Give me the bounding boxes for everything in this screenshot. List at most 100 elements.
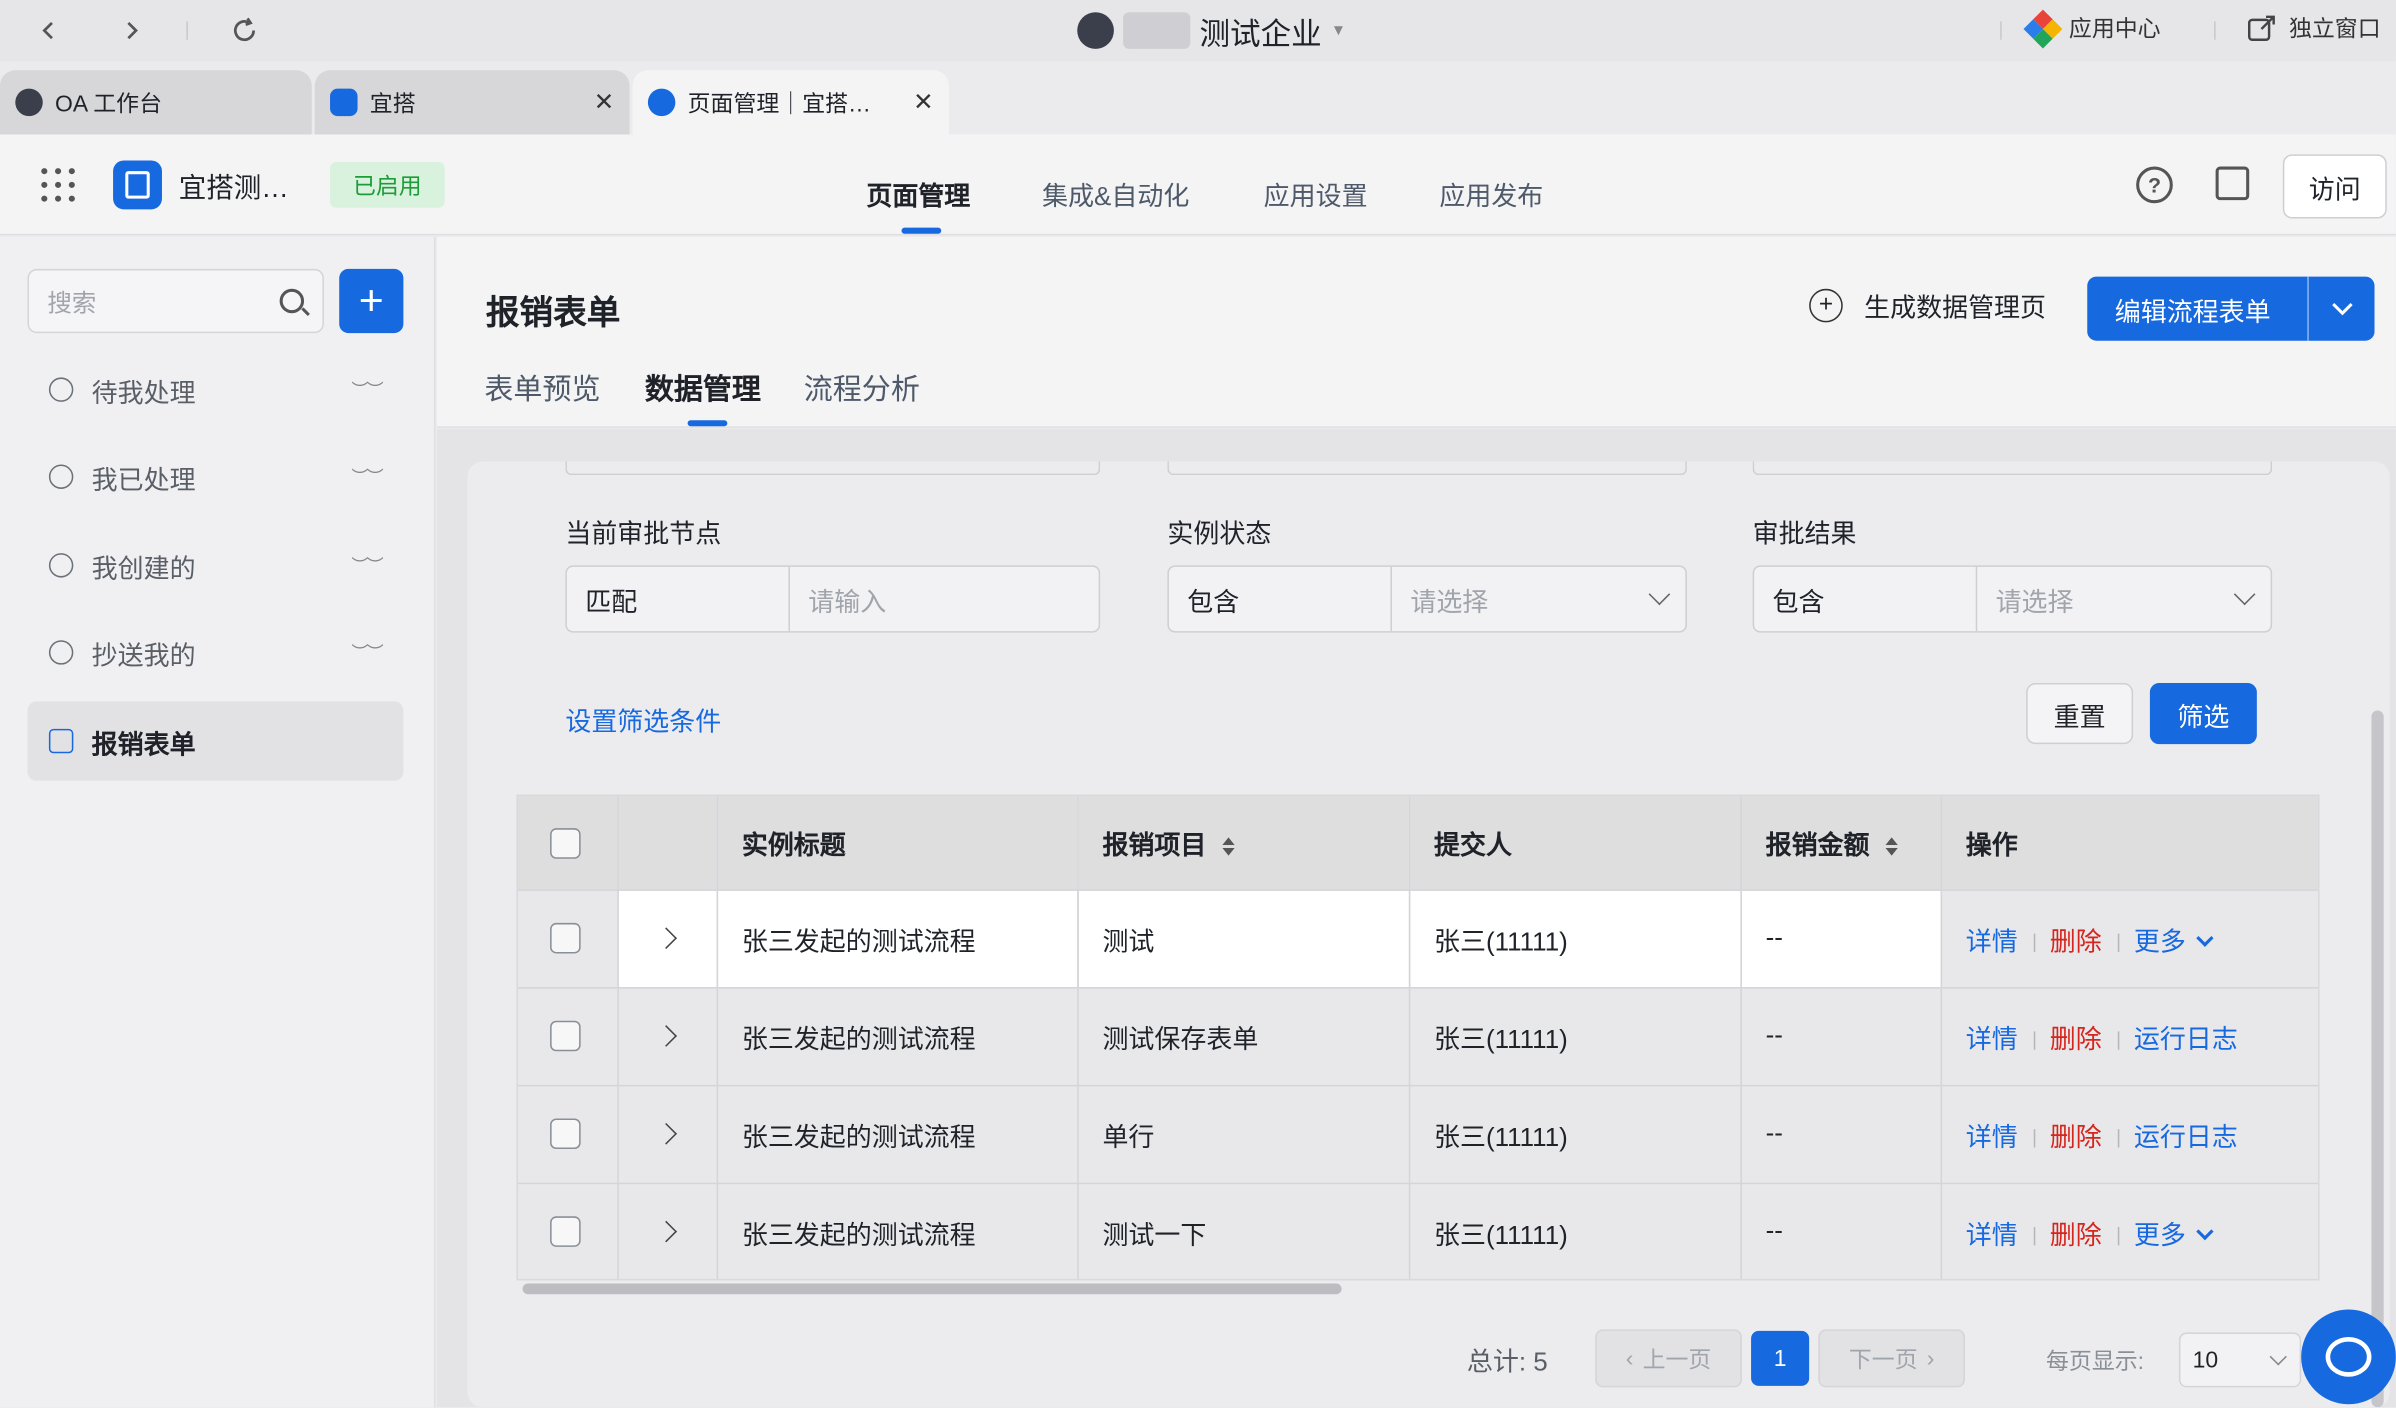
set-filter-conditions-link[interactable]: 设置筛选条件 <box>565 700 721 738</box>
chevron-left-icon <box>42 21 53 40</box>
external-link-icon[interactable] <box>2215 166 2250 201</box>
more-label: 更多 <box>2133 926 2186 956</box>
hidden-eye-icon[interactable]: ︶︶ <box>351 640 383 664</box>
sidebar-item-label: 待我处理 <box>91 378 196 408</box>
tab-oa-workbench[interactable]: OA 工作台 <box>0 70 312 135</box>
tab-page-management[interactable]: 页面管理 <box>866 174 970 212</box>
active-tab-indicator <box>901 227 942 234</box>
tab-data-management[interactable]: 数据管理 <box>645 367 761 408</box>
hidden-eye-icon[interactable]: ︶︶ <box>351 553 383 577</box>
sidebar: 搜索 + 待我处理 ︶︶ 我已处理 ︶︶ 我创建的 ︶︶ 抄送我的 ︶︶ 报销表… <box>0 236 436 1408</box>
instance-title-link[interactable]: 张三发起的测试流程 <box>716 1084 1079 1184</box>
run-log-link[interactable]: 运行日志 <box>2134 1025 2238 1054</box>
expand-cell <box>617 889 718 988</box>
page-size-select[interactable]: 10 <box>2178 1332 2302 1388</box>
customer-service-button[interactable] <box>2301 1309 2396 1405</box>
row-checkbox[interactable] <box>550 1118 581 1150</box>
delete-link[interactable]: 删除 <box>2050 927 2102 956</box>
detail-link[interactable]: 详情 <box>1966 1025 2018 1054</box>
sidebar-item-processed[interactable]: 我已处理 ︶︶ <box>28 437 404 516</box>
search-input[interactable]: 搜索 <box>27 268 324 334</box>
help-icon[interactable]: ? <box>2136 166 2173 204</box>
reload-button[interactable] <box>226 12 263 49</box>
row-checkbox[interactable] <box>550 923 581 954</box>
column-header-project[interactable]: 报销项目 <box>1077 796 1410 891</box>
tab-flow-analysis[interactable]: 流程分析 <box>804 367 920 408</box>
filter-input-clipped[interactable] <box>565 461 1101 476</box>
chevron-right-icon[interactable] <box>654 1220 677 1243</box>
run-log-link[interactable]: 运行日志 <box>2134 1122 2238 1151</box>
sidebar-item-todo[interactable]: 待我处理 ︶︶ <box>28 350 404 429</box>
next-page-button[interactable]: 下一页 › <box>1818 1329 1966 1388</box>
delete-link[interactable]: 删除 <box>2050 1122 2102 1151</box>
generate-data-page-button[interactable]: + 生成数据管理页 <box>1809 286 2046 324</box>
operator-select[interactable]: 匹配 <box>567 566 790 632</box>
cell-submitter: 张三(11111) <box>1408 1182 1742 1279</box>
sort-icon[interactable] <box>1884 837 1898 857</box>
tab-yida[interactable]: 宜搭 ✕ <box>314 70 630 135</box>
tab-form-preview[interactable]: 表单预览 <box>484 367 600 408</box>
app-center-button[interactable]: 应用中心 <box>2023 8 2161 48</box>
column-header-amount[interactable]: 报销金额 <box>1740 796 1942 891</box>
filter-input-clipped[interactable] <box>1167 461 1687 476</box>
detail-link[interactable]: 详情 <box>1966 927 2018 956</box>
instance-status-select[interactable]: 请选择 <box>1392 567 1685 631</box>
delete-link[interactable]: 删除 <box>2050 1220 2102 1249</box>
delete-link[interactable]: 删除 <box>2050 1025 2102 1054</box>
standalone-window-button[interactable]: 独立窗口 <box>2246 12 2381 44</box>
sidebar-item-created[interactable]: 我创建的 ︶︶ <box>28 526 404 605</box>
more-dropdown[interactable]: 更多 <box>2133 926 2213 956</box>
total-count: 总计: 5 <box>1466 1346 1548 1376</box>
row-select-cell <box>517 1084 619 1184</box>
back-button[interactable] <box>31 12 68 49</box>
close-icon[interactable]: ✕ <box>594 87 614 118</box>
row-checkbox[interactable] <box>550 1216 581 1248</box>
app-center-icon <box>2023 8 2063 48</box>
dropdown-toggle[interactable] <box>2307 276 2374 341</box>
page-number-current[interactable]: 1 <box>1751 1330 1810 1386</box>
more-dropdown[interactable]: 更多 <box>2134 1220 2213 1249</box>
vertical-scrollbar[interactable] <box>2371 710 2384 1408</box>
hidden-eye-icon[interactable]: ︶︶ <box>351 465 383 489</box>
chevron-right-icon[interactable] <box>654 1025 677 1047</box>
apps-grid-icon[interactable] <box>41 168 75 202</box>
chevron-right-icon[interactable] <box>654 927 677 949</box>
chevron-right-icon[interactable] <box>654 1122 677 1145</box>
sidebar-item-cc[interactable]: 抄送我的 ︶︶ <box>28 613 404 692</box>
row-checkbox[interactable] <box>550 1021 581 1052</box>
plus-circle-icon: + <box>1809 288 1843 322</box>
tab-page-management[interactable]: 页面管理｜宜搭… ✕ <box>632 70 949 135</box>
detail-link[interactable]: 详情 <box>1966 1220 2018 1249</box>
filter-button[interactable]: 筛选 <box>2149 683 2257 745</box>
app-name[interactable]: 宜搭测… <box>179 167 289 207</box>
prev-page-button[interactable]: ‹ 上一页 <box>1595 1329 1742 1388</box>
edit-flow-form-button[interactable]: 编辑流程表单 <box>2087 276 2375 341</box>
reset-button[interactable]: 重置 <box>2026 683 2134 745</box>
hidden-eye-icon[interactable]: ︶︶ <box>351 377 383 401</box>
redacted-name <box>1123 12 1191 49</box>
sort-icon[interactable] <box>1221 837 1234 857</box>
visit-button[interactable]: 访问 <box>2282 154 2387 219</box>
add-page-button[interactable]: + <box>339 268 404 334</box>
divider <box>2000 21 2002 40</box>
instance-title-link[interactable]: 张三发起的测试流程 <box>716 987 1079 1086</box>
sidebar-item-expense-form[interactable]: 报销表单 <box>27 701 404 781</box>
chevron-right-icon <box>127 21 138 40</box>
approval-result-select[interactable]: 请选择 <box>1977 567 2270 631</box>
select-all-checkbox[interactable] <box>550 827 581 858</box>
horizontal-scrollbar[interactable] <box>522 1283 1342 1295</box>
operator-select[interactable]: 包含 <box>1169 566 1393 632</box>
tab-integration-automation[interactable]: 集成&自动化 <box>1042 174 1189 212</box>
instance-title-link[interactable]: 张三发起的测试流程 <box>716 1182 1079 1279</box>
company-switcher[interactable]: 测试企业 ▼ <box>1077 9 1346 52</box>
filter-input-clipped[interactable] <box>1752 461 2273 476</box>
approval-node-input[interactable]: 请输入 <box>790 567 1099 631</box>
tab-app-publish[interactable]: 应用发布 <box>1439 174 1543 212</box>
forward-button[interactable] <box>113 12 150 49</box>
operator-select[interactable]: 包含 <box>1754 566 1978 632</box>
close-icon[interactable]: ✕ <box>913 87 933 118</box>
detail-link[interactable]: 详情 <box>1966 1122 2018 1151</box>
cell-submitter: 张三(11111) <box>1408 1084 1742 1184</box>
instance-title-link[interactable]: 张三发起的测试流程 <box>716 889 1079 988</box>
tab-app-settings[interactable]: 应用设置 <box>1264 174 1368 212</box>
